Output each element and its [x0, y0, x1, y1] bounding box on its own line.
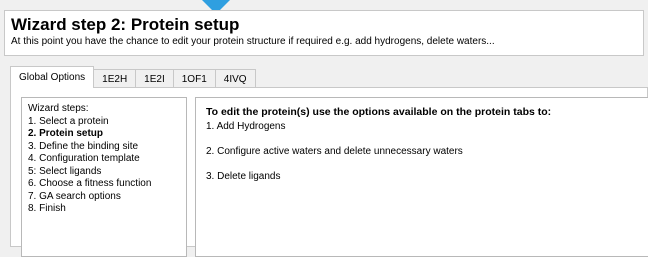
wizard-step-2-current: 2. Protein setup: [28, 128, 104, 139]
page-subtitle: At this point you have the chance to edi…: [11, 36, 495, 47]
wizard-header: Wizard step 2: Protein setup At this poi…: [4, 10, 644, 56]
wizard-steps-panel: Wizard steps: 1. Select a protein 2. Pro…: [21, 97, 187, 257]
wizard-step-3: 3. Define the binding site: [28, 140, 139, 152]
wizard-step-4: 4. Configuration template: [28, 153, 140, 164]
tab-1e2i[interactable]: 1E2I: [135, 69, 174, 88]
wizard-step-5: 5: Select ligands: [28, 165, 102, 177]
wizard-step-6: 6. Choose a fitness function: [28, 178, 152, 189]
tab-1e2h[interactable]: 1E2H: [93, 69, 137, 88]
tab-bar: Global Options 1E2H 1E2I 1OF1 4IVQ: [10, 66, 256, 88]
page-title: Wizard step 2: Protein setup: [11, 15, 240, 34]
tab-global-options[interactable]: Global Options: [10, 66, 95, 88]
instruction-item: 3. Delete ligands: [206, 171, 281, 182]
tab-content-area: Wizard steps: 1. Select a protein 2. Pro…: [10, 87, 648, 257]
tab-1of1[interactable]: 1OF1: [172, 69, 216, 88]
tab-4ivq[interactable]: 4IVQ: [214, 69, 256, 88]
instruction-item: 1. Add Hydrogens: [206, 121, 286, 132]
wizard-step-8: 8. Finish: [28, 203, 66, 214]
wizard-step-1: 1. Select a protein: [28, 115, 109, 127]
wizard-steps-heading: Wizard steps:: [28, 103, 89, 114]
instruction-item: 2. Configure active waters and delete un…: [206, 146, 463, 157]
instructions-panel: To edit the protein(s) use the options a…: [195, 97, 648, 257]
wizard-step-7: 7. GA search options: [28, 190, 121, 202]
instructions-title: To edit the protein(s) use the options a…: [206, 106, 552, 118]
